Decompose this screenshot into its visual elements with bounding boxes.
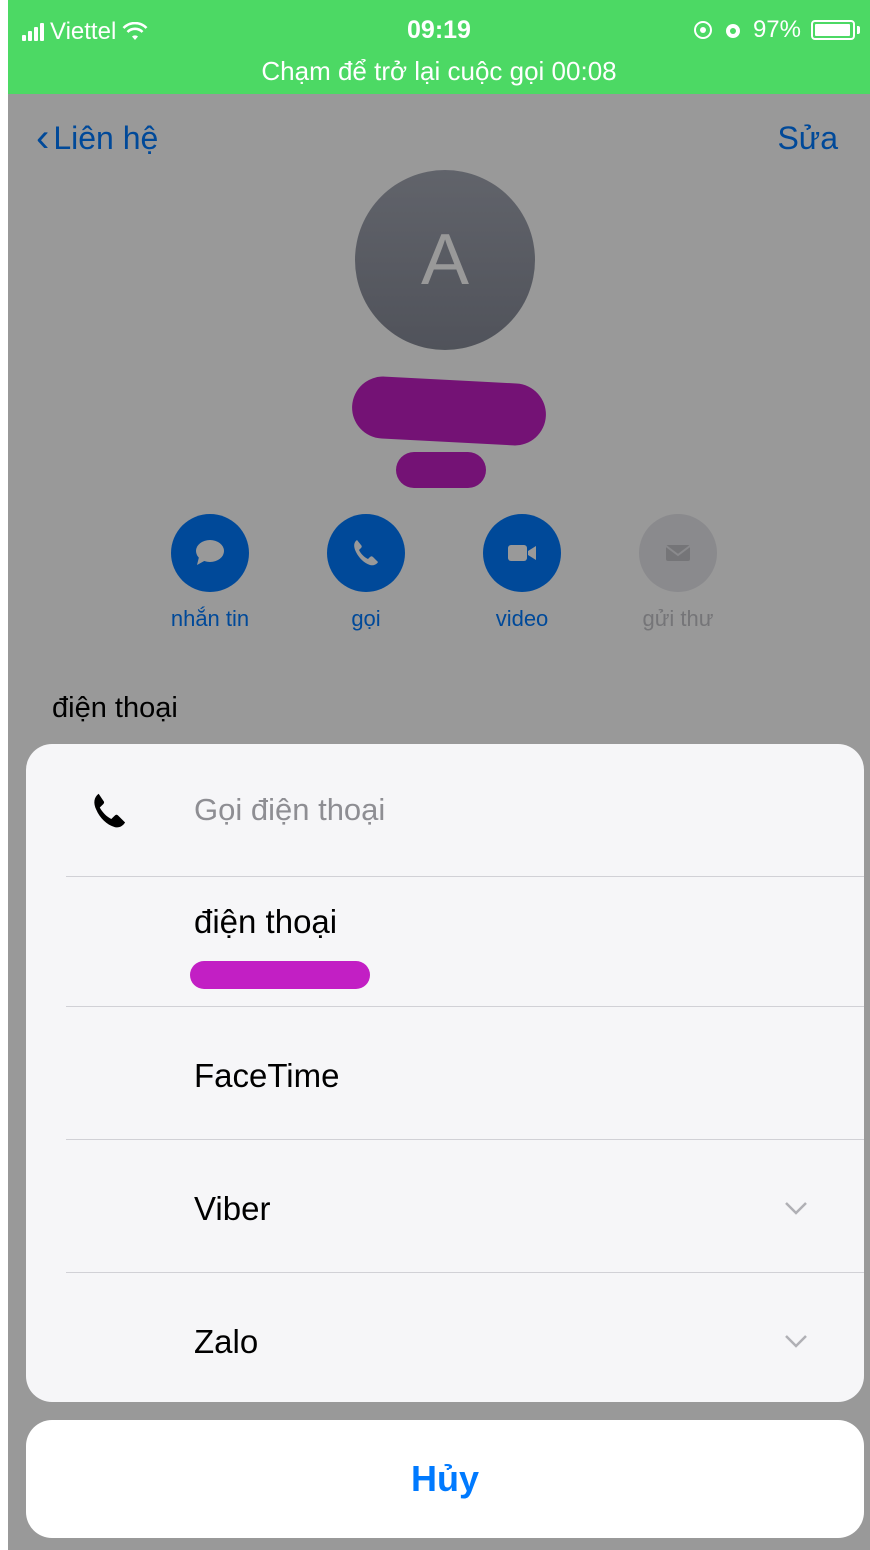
option-facetime-label: FaceTime <box>194 1057 340 1094</box>
phone-icon <box>94 793 126 828</box>
phone-screen: Viettel 09:19 97% Chạm để trở lại cuộc g… <box>8 0 870 1550</box>
call-options-sheet: Gọi điện thoại điện thoại FaceTime Viber… <box>26 744 864 1402</box>
status-right: 97% <box>693 16 860 44</box>
option-phone-label: điện thoại <box>194 903 338 940</box>
option-facetime[interactable]: FaceTime <box>26 1007 864 1140</box>
option-viber-label: Viber <box>194 1190 271 1227</box>
option-zalo-label: Zalo <box>194 1323 259 1360</box>
chevron-down-icon <box>785 1335 807 1348</box>
battery-icon <box>811 20 855 40</box>
sheet-title: Gọi điện thoại <box>194 792 386 827</box>
chevron-down-icon <box>785 1202 807 1215</box>
orientation-lock-icon <box>693 21 712 39</box>
battery-tip <box>857 26 860 34</box>
option-viber[interactable]: Viber <box>26 1140 864 1273</box>
return-to-call-text: Chạm để trở lại cuộc gọi 00:08 <box>261 56 617 86</box>
redacted-phone-number <box>190 961 370 989</box>
option-phone[interactable]: điện thoại <box>26 877 864 1010</box>
call-status-banner[interactable]: Viettel 09:19 97% Chạm để trở lại cuộc g… <box>8 0 870 94</box>
alarm-icon <box>725 24 740 38</box>
sheet-header: Gọi điện thoại <box>26 744 864 876</box>
cancel-button[interactable]: Hủy <box>26 1420 864 1538</box>
battery-percent: 97% <box>752 16 801 43</box>
option-zalo[interactable]: Zalo <box>26 1273 864 1402</box>
